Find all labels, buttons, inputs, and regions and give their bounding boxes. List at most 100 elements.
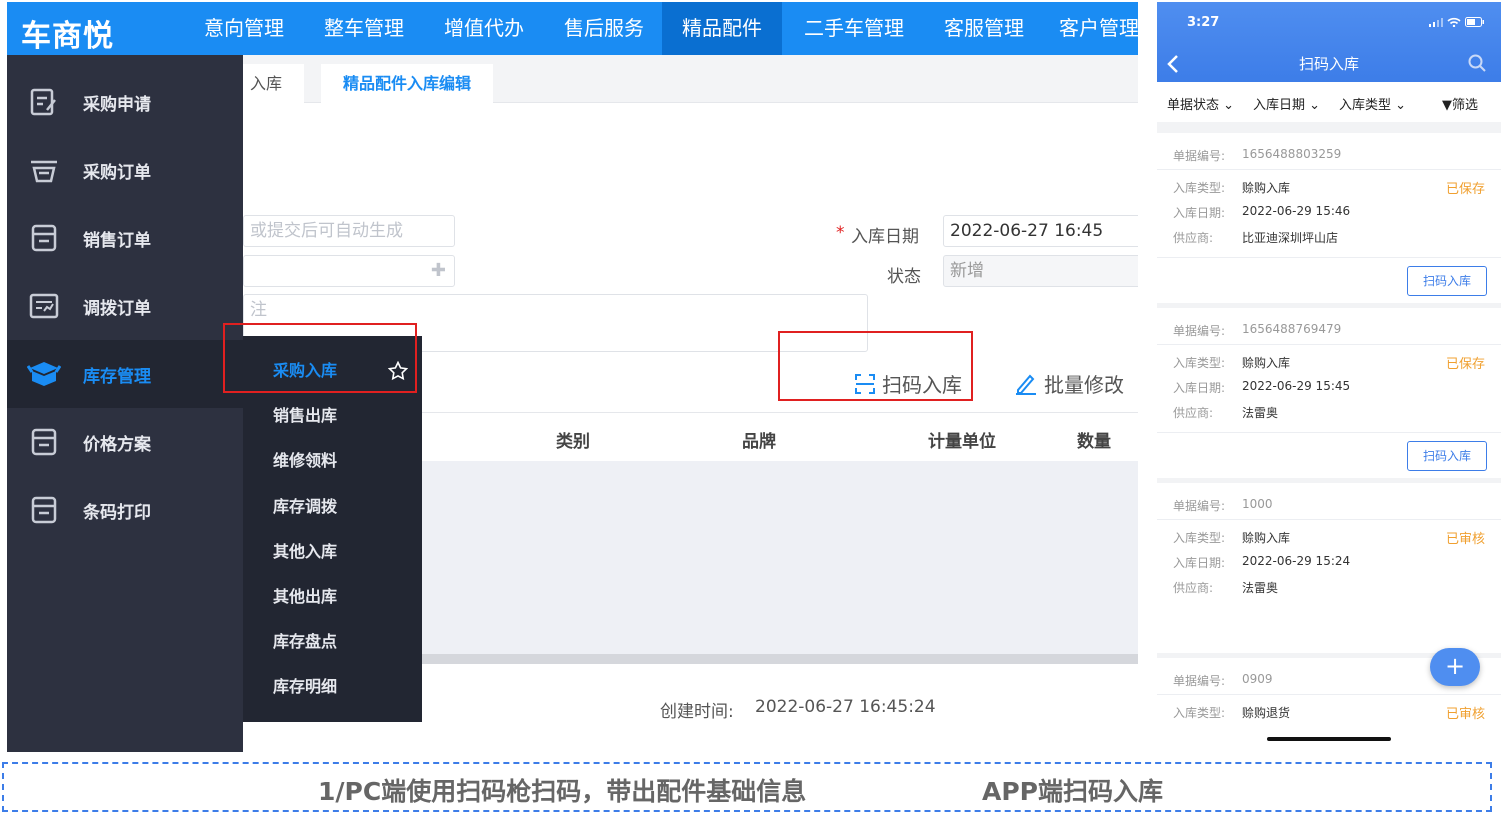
filter-status[interactable]: 单据状态 ⌄: [1167, 94, 1234, 113]
date-value: 2022-06-29 15:46: [1242, 204, 1351, 218]
chevron-down-icon: ⌄: [1309, 98, 1321, 113]
status-badge: 已审核: [1445, 707, 1485, 722]
scan-in-button[interactable]: 扫码入库: [1407, 441, 1487, 471]
app-logo: 车商悦: [21, 19, 114, 54]
nav-item[interactable]: 客服管理: [929, 2, 1039, 55]
pc-screenshot: 车商悦 意向管理 整车管理 增值代办 售后服务 精品配件 二手车管理 客服管理 …: [7, 2, 1138, 752]
home-indicator: [1267, 737, 1391, 741]
nav-item[interactable]: 客户管理: [1049, 2, 1138, 55]
type-label: 入库类型:: [1173, 356, 1226, 370]
search-icon[interactable]: [1468, 54, 1486, 72]
created-label: 创建时间:: [660, 702, 734, 722]
supplier-input[interactable]: ✚: [243, 255, 455, 287]
filter-label: 筛选: [1452, 98, 1479, 113]
divider: [1157, 519, 1501, 520]
col-brand: 品牌: [742, 432, 776, 452]
created-value: 2022-06-27 16:45:24: [755, 697, 936, 717]
sidebar-item-label: 价格方案: [83, 434, 151, 455]
list-item[interactable]: 单据编号: 1656488803259 入库类型: 赊购入库 已保存 入库日期:…: [1157, 133, 1501, 303]
no-label: 单据编号:: [1173, 674, 1226, 688]
submenu-item[interactable]: 其他入库: [243, 529, 422, 574]
sidebar-item-inventory[interactable]: 库存管理: [7, 340, 243, 408]
sidebar-item-sales-order[interactable]: 销售订单: [7, 204, 243, 272]
type-label: 入库类型:: [1173, 181, 1226, 195]
required-mark: *: [836, 223, 845, 243]
list-doc-icon: [27, 427, 61, 457]
no-value: 1656488769479: [1242, 322, 1342, 336]
caption-left: 1/PC端使用扫码枪扫码，带出配件基础信息: [318, 777, 807, 806]
sidebar-item-label: 调拨订单: [83, 298, 151, 319]
code-input[interactable]: 或提交后可自动生成: [243, 215, 455, 247]
sidebar-item-label: 库存管理: [83, 366, 151, 387]
scan-in-button[interactable]: 扫码入库: [1407, 266, 1487, 296]
no-label: 单据编号:: [1173, 499, 1226, 513]
type-value: 赊购入库: [1242, 356, 1291, 370]
sidebar: 采购申请 采购订单 销售订单 调拨订单 库存管理 价格方案 条码打印: [7, 55, 243, 752]
chevron-down-icon: ⌄: [1223, 98, 1235, 113]
date-label: 入库日期:: [1173, 206, 1226, 220]
no-value: 1656488803259: [1242, 147, 1342, 161]
type-value: 赊购入库: [1242, 531, 1291, 545]
date-label: 入库日期:: [1173, 381, 1226, 395]
col-category: 类别: [556, 432, 590, 452]
basket-icon: [27, 155, 61, 185]
caption-right: APP端扫码入库: [982, 777, 1163, 806]
date-value: 2022-06-29 15:24: [1242, 554, 1351, 568]
sidebar-item-barcode-print[interactable]: 条码打印: [7, 476, 243, 544]
col-unit: 计量单位: [928, 432, 996, 452]
nav-item[interactable]: 二手车管理: [789, 2, 919, 55]
battery-icon: [1465, 17, 1484, 27]
filter-date[interactable]: 入库日期 ⌄: [1253, 94, 1320, 113]
batch-edit-button[interactable]: 批量修改: [1014, 369, 1124, 398]
tab-accessory-edit[interactable]: 精品配件入库编辑: [321, 64, 494, 103]
sidebar-item-purchase-request[interactable]: 采购申请: [7, 68, 243, 136]
sidebar-item-price-plan[interactable]: 价格方案: [7, 408, 243, 476]
submenu-item[interactable]: 其他出库: [243, 574, 422, 619]
list-item[interactable]: 单据编号: 1656488769479 入库类型: 赊购入库 已保存 入库日期:…: [1157, 308, 1501, 478]
filter-label: 入库类型: [1339, 98, 1392, 113]
no-label: 单据编号:: [1173, 324, 1226, 338]
edit-pen-icon: [1016, 374, 1036, 395]
plus-icon[interactable]: ✚: [431, 256, 446, 286]
supplier-value: 法雷奥: [1242, 581, 1279, 595]
nav-item[interactable]: 整车管理: [309, 2, 419, 55]
submenu-item[interactable]: 库存盘点: [243, 619, 422, 664]
highlight-box: [778, 331, 973, 401]
no-value: 1000: [1242, 497, 1273, 511]
status-input: 新增: [943, 255, 1138, 287]
submenu-item[interactable]: 库存调拨: [243, 484, 422, 529]
nav-item[interactable]: 增值代办: [429, 2, 539, 55]
submenu-item[interactable]: 销售出库: [243, 393, 422, 438]
date-label: 入库日期: [851, 227, 919, 247]
date-input[interactable]: 2022-06-27 16:45: [943, 215, 1138, 247]
nav-item[interactable]: 售后服务: [549, 2, 659, 55]
funnel-icon: ▼: [1442, 98, 1452, 113]
sidebar-item-transfer-order[interactable]: 调拨订单: [7, 272, 243, 340]
nav-item-active[interactable]: 精品配件: [662, 2, 782, 55]
document-edit-icon: [27, 87, 61, 117]
no-label: 单据编号:: [1173, 149, 1226, 163]
submenu-item[interactable]: 库存明细: [243, 664, 422, 709]
sidebar-item-purchase-order[interactable]: 采购订单: [7, 136, 243, 204]
mobile-header: 3:27 扫码入库: [1157, 2, 1501, 82]
supplier-value: 比亚迪深圳坪山店: [1242, 231, 1339, 245]
divider: [1157, 694, 1501, 695]
add-fab-button[interactable]: +: [1430, 648, 1480, 686]
chevron-down-icon: ⌄: [1395, 98, 1407, 113]
divider: [1157, 432, 1501, 433]
no-value: 0909: [1242, 672, 1273, 686]
filter-button[interactable]: ▼筛选: [1442, 94, 1478, 113]
divider: [1157, 169, 1501, 170]
box-icon: [27, 359, 61, 389]
nav-item[interactable]: 意向管理: [189, 2, 299, 55]
table-body: [422, 461, 1138, 656]
supplier-value: 法雷奥: [1242, 406, 1279, 420]
filter-type[interactable]: 入库类型 ⌄: [1339, 94, 1406, 113]
horizontal-scrollbar[interactable]: [422, 654, 1138, 664]
list-item[interactable]: 单据编号: 1000 入库类型: 赊购入库 已审核 入库日期: 2022-06-…: [1157, 483, 1501, 653]
submenu-item[interactable]: 维修领料: [243, 438, 422, 483]
inventory-submenu: 采购入库 销售出库 维修领料 库存调拨 其他入库 其他出库 库存盘点 库存明细: [243, 336, 422, 722]
top-navbar: 车商悦 意向管理 整车管理 增值代办 售后服务 精品配件 二手车管理 客服管理 …: [7, 2, 1138, 55]
list-doc-icon: [27, 495, 61, 525]
type-value: 赊购退货: [1242, 706, 1291, 720]
